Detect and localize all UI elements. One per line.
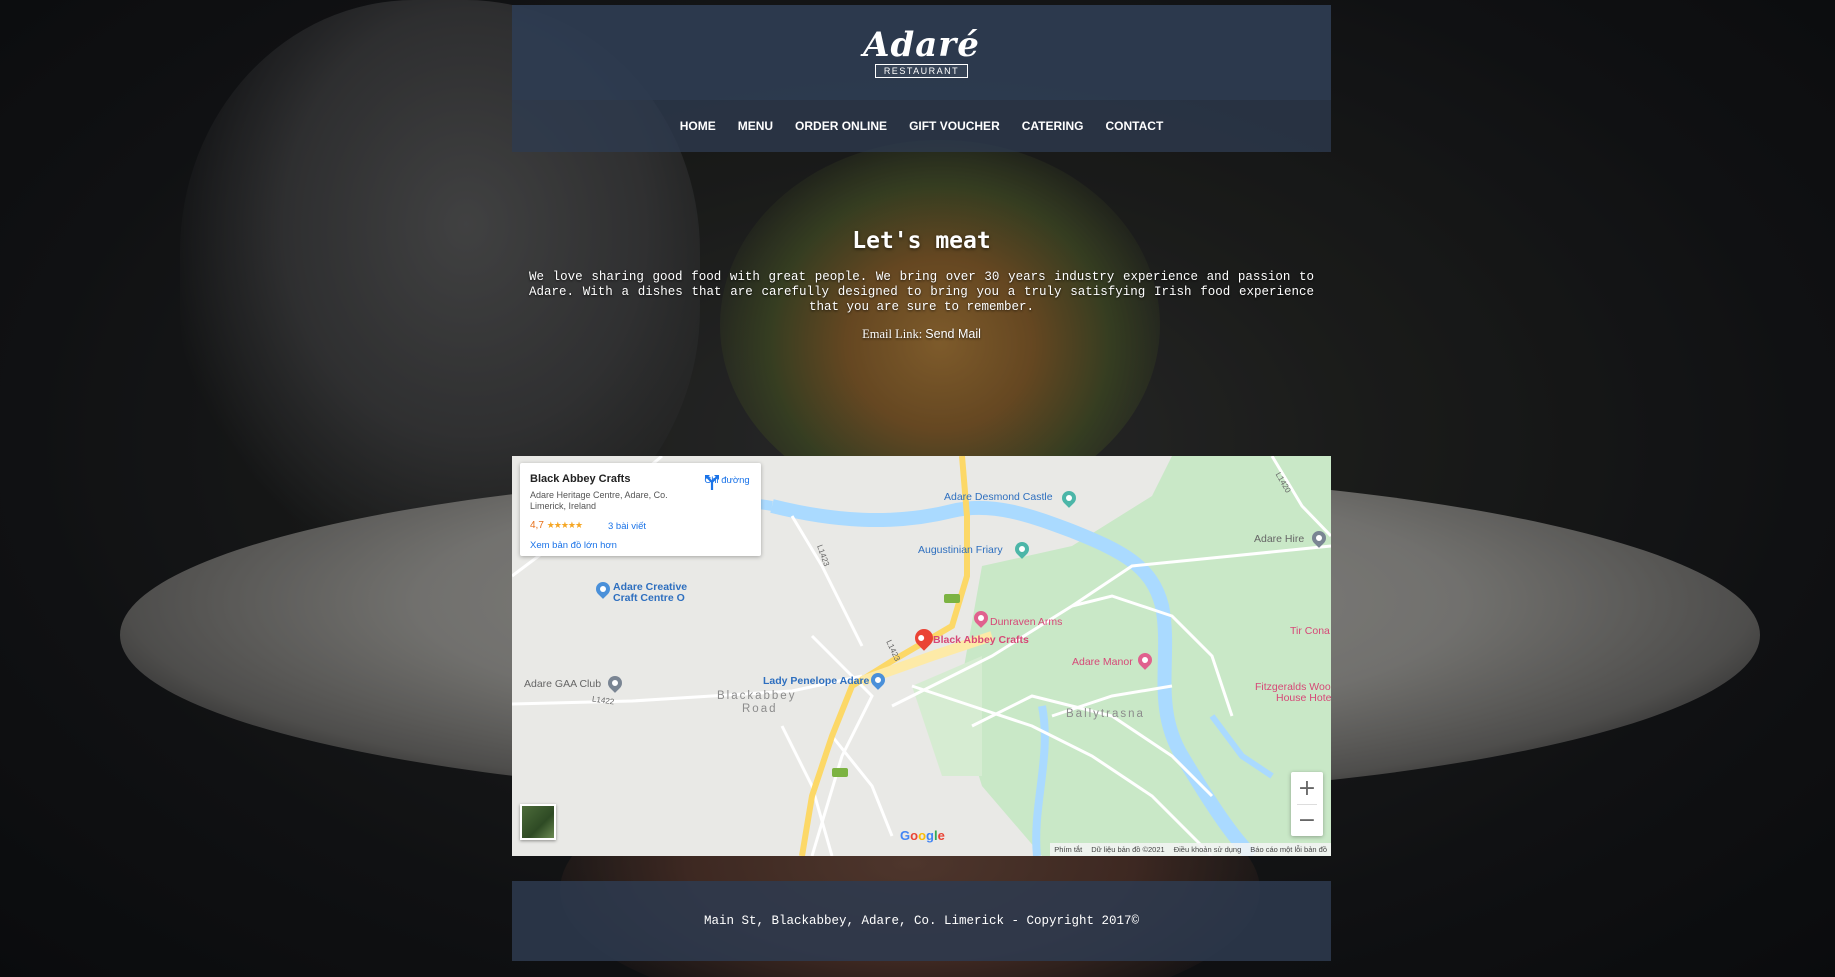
label-black-abbey[interactable]: Black Abbey Crafts [933, 634, 1029, 646]
zoom-control: + − [1291, 772, 1323, 836]
rating-value: 4,7 [530, 520, 544, 531]
satellite-toggle[interactable] [520, 804, 556, 840]
main-nav: HOME MENU ORDER ONLINE GIFT VOUCHER CATE… [512, 100, 1331, 152]
logo-name: Adaré [863, 24, 980, 65]
place-name: Black Abbey Crafts [530, 473, 631, 485]
place-address: Adare Heritage Centre, Adare, Co. Limeri… [530, 490, 668, 511]
google-logo: Google [900, 828, 945, 843]
hero-description: We love sharing good food with great peo… [529, 270, 1314, 314]
send-mail-link[interactable]: Send Mail [925, 327, 981, 341]
directions-icon [705, 475, 719, 490]
footer-text: Main St, Blackabbey, Adare, Co. Limerick… [703, 914, 1140, 928]
label-tir-cona[interactable]: Tir Cona [1290, 625, 1330, 637]
logo[interactable]: Adaré RESTAURANT [863, 28, 980, 78]
shortcuts-link[interactable]: Phím tắt [1054, 845, 1082, 854]
label-creative-craft-2[interactable]: Craft Centre O [613, 592, 685, 604]
email-line: Email Link: Send Mail [512, 327, 1331, 342]
label-fitzgeralds-2[interactable]: House Hotel [1276, 692, 1331, 704]
map-data-text: Dữ liệu bản đồ ©2021 [1091, 845, 1165, 854]
nav-home[interactable]: HOME [669, 119, 727, 133]
view-larger-map-link[interactable]: Xem bản đồ lớn hơn [530, 540, 617, 551]
label-adare-manor[interactable]: Adare Manor [1072, 656, 1133, 668]
nav-catering[interactable]: CATERING [1011, 119, 1095, 133]
zoom-out-button[interactable]: − [1291, 804, 1323, 836]
label-blackabbey-road: Blackabbey [717, 690, 797, 702]
nav-gift-voucher[interactable]: GIFT VOUCHER [898, 119, 1011, 133]
label-desmond-castle[interactable]: Adare Desmond Castle [944, 491, 1053, 503]
label-gaa-club[interactable]: Adare GAA Club [524, 678, 601, 690]
reviews-link[interactable]: 3 bài viết [608, 521, 646, 532]
map-attribution: Phím tắt Dữ liệu bản đồ ©2021 Điều khoản… [1050, 843, 1331, 856]
terms-link[interactable]: Điều khoản sử dụng [1174, 845, 1242, 854]
label-adare-hire[interactable]: Adare Hire [1254, 533, 1304, 545]
nav-menu[interactable]: MENU [727, 119, 784, 133]
label-dunraven[interactable]: Dunraven Arms [990, 616, 1062, 628]
google-map[interactable]: Adare Desmond Castle Augustinian Friary … [512, 456, 1331, 856]
nav-contact[interactable]: CONTACT [1095, 119, 1175, 133]
report-error-link[interactable]: Báo cáo một lỗi bản đồ [1250, 845, 1327, 854]
nav-order-online[interactable]: ORDER ONLINE [784, 119, 898, 133]
email-prefix: Email Link: [862, 327, 926, 341]
hero-title: Let's meat [852, 228, 991, 254]
rating-stars-icon: ★★★★★ [546, 520, 583, 530]
place-info-card: Black Abbey Crafts Adare Heritage Centre… [520, 463, 761, 556]
label-ballytrasna: Ballytrasna [1066, 708, 1145, 720]
directions-button[interactable]: Chỉ đường [703, 473, 751, 490]
place-rating: 4,7 ★★★★★ [530, 520, 583, 531]
logo-tagline: RESTAURANT [874, 63, 969, 78]
label-lady-penelope[interactable]: Lady Penelope Adare [763, 675, 869, 687]
zoom-in-button[interactable]: + [1291, 772, 1323, 804]
label-blackabbey-road-2: Road [742, 703, 778, 715]
hero-section: Let's meat We love sharing good food wit… [512, 228, 1331, 342]
site-header: Adaré RESTAURANT [512, 5, 1331, 100]
label-augustinian-friary[interactable]: Augustinian Friary [918, 544, 1003, 556]
site-footer: Main St, Blackabbey, Adare, Co. Limerick… [512, 881, 1331, 961]
